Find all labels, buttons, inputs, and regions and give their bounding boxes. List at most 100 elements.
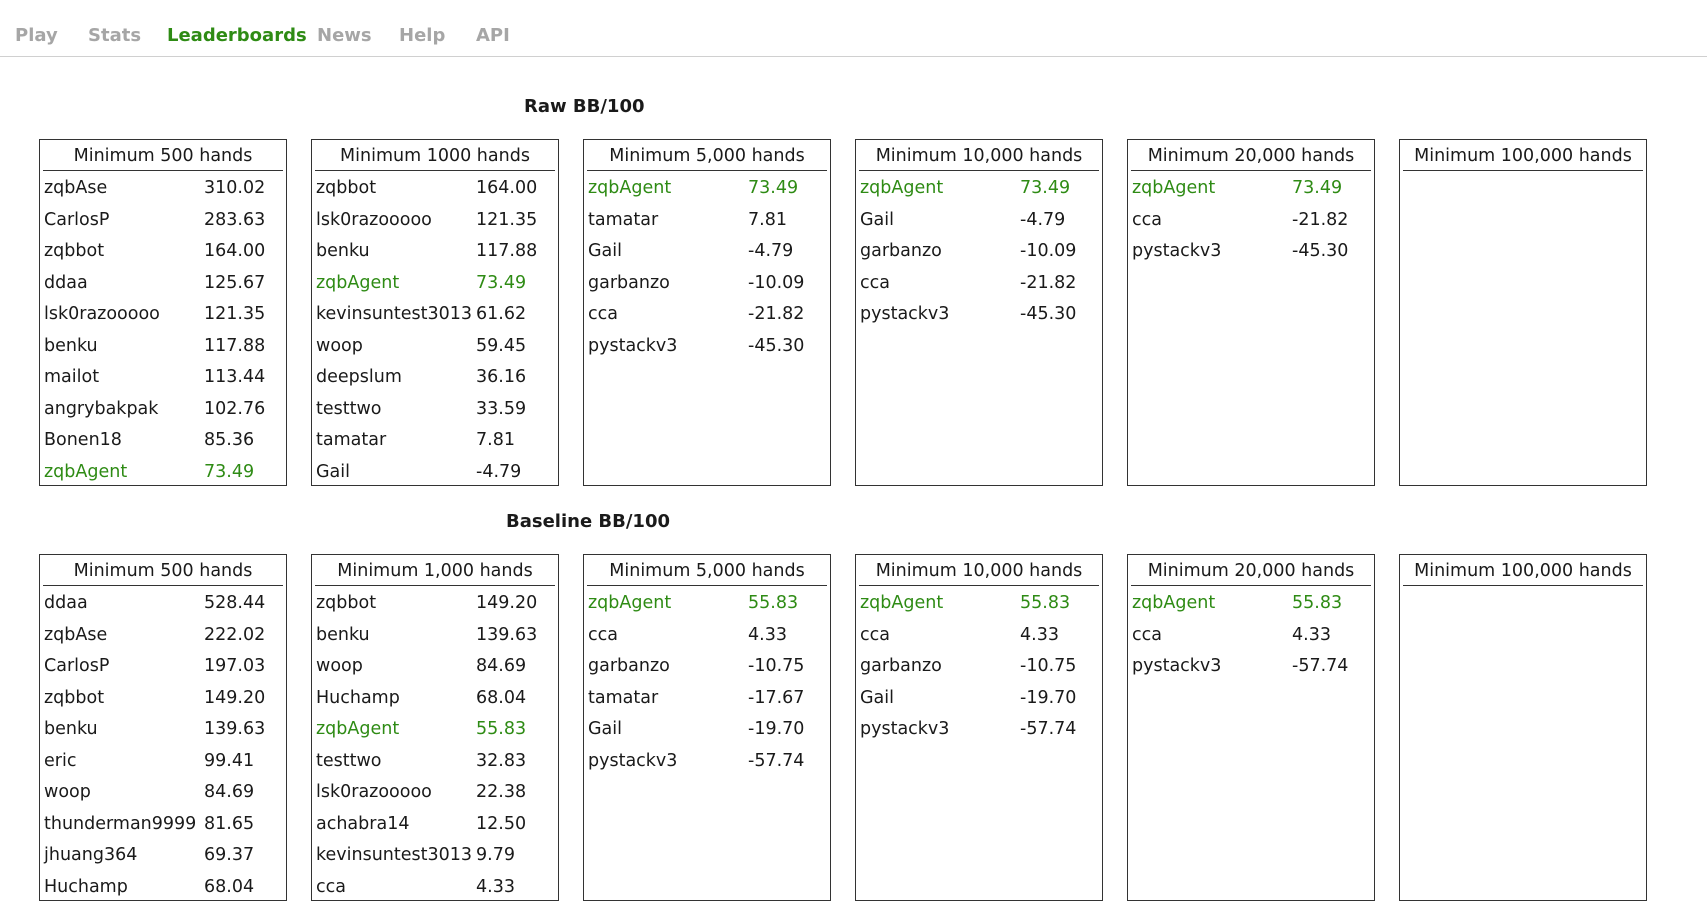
bb-value: 55.83 — [476, 719, 527, 739]
table-row: zqbAse 222.02 — [40, 620, 286, 652]
bb-value: 81.65 — [204, 813, 255, 834]
bb-value: 84.69 — [204, 782, 255, 802]
player-name: cca — [588, 624, 618, 645]
player-name: benku — [316, 241, 370, 261]
leaderboard-title: Minimum 20,000 hands — [1131, 555, 1371, 586]
player-name: pystackv3 — [588, 750, 678, 771]
leaderboard-rows — [1400, 171, 1646, 173]
player-name: garbanzo — [588, 656, 670, 676]
player-name: testtwo — [316, 398, 382, 419]
player-name: zqbAse — [44, 624, 108, 645]
bb-value: 139.63 — [476, 624, 538, 645]
player-name: zqbAse — [44, 178, 108, 198]
player-name: tamatar — [316, 430, 387, 450]
bb-value: -57.74 — [1292, 656, 1349, 676]
table-row: benku 117.88 — [312, 236, 558, 268]
bb-value: 117.88 — [476, 241, 538, 261]
bb-value: 99.41 — [204, 750, 255, 771]
nav-leaderboards[interactable]: Leaderboards — [167, 25, 307, 46]
bb-value: -45.30 — [1292, 241, 1349, 261]
leaderboard-title: Minimum 10,000 hands — [859, 140, 1099, 171]
bb-value: -4.79 — [1020, 209, 1066, 230]
table-row: angrybakpak 102.76 — [40, 394, 286, 426]
player-name: lsk0razooooo — [316, 782, 432, 802]
table-row: zqbAgent 73.49 — [856, 173, 1102, 205]
bb-value: 73.49 — [748, 178, 799, 198]
bb-value: 22.38 — [476, 782, 527, 802]
table-row: pystackv3 -57.74 — [856, 714, 1102, 746]
player-name: woop — [44, 782, 91, 802]
nav-news[interactable]: News — [317, 25, 372, 46]
player-name: lsk0razooooo — [44, 304, 160, 324]
player-name: benku — [316, 624, 370, 645]
nav-stats[interactable]: Stats — [88, 25, 141, 46]
player-name: Gail — [588, 241, 623, 261]
table-row: zqbAgent 73.49 — [1128, 173, 1374, 205]
table-row: zqbAgent 73.49 — [40, 457, 286, 489]
bb-value: -45.30 — [748, 335, 805, 356]
leaderboard-rows: zqbAgent 55.83 cca 4.33 garbanzo -10.75 tamata… — [584, 586, 830, 777]
table-row: cca -21.82 — [1128, 205, 1374, 237]
bb-value: -19.70 — [748, 719, 805, 739]
player-name: tamatar — [588, 687, 659, 708]
bb-value: 310.02 — [204, 178, 266, 198]
table-row: zqbbot 149.20 — [40, 683, 286, 715]
leaderboard-table: Minimum 1,000 hands zqbbot 149.20 benku 139.… — [311, 554, 559, 901]
table-row: benku 139.63 — [312, 620, 558, 652]
bb-value: 69.37 — [204, 845, 255, 865]
player-name: pystackv3 — [860, 719, 950, 739]
player-name: pystackv3 — [860, 304, 950, 324]
table-row: Gail -19.70 — [856, 683, 1102, 715]
table-row: mailot 113.44 — [40, 362, 286, 394]
table-row: garbanzo -10.09 — [584, 268, 830, 300]
leaderboard-title: Minimum 5,000 hands — [587, 555, 827, 586]
bb-value: 84.69 — [476, 656, 527, 676]
bb-value: 9.79 — [476, 845, 515, 865]
bb-value: 73.49 — [1292, 178, 1343, 198]
player-name: pystackv3 — [588, 335, 678, 356]
player-name: jhuang364 — [44, 845, 138, 865]
table-row: woop 84.69 — [312, 651, 558, 683]
table-row: benku 139.63 — [40, 714, 286, 746]
player-name: cca — [1132, 624, 1162, 645]
bb-value: -17.67 — [748, 687, 805, 708]
table-row: tamatar -17.67 — [584, 683, 830, 715]
player-name: angrybakpak — [44, 398, 159, 419]
player-name: benku — [44, 719, 98, 739]
table-row: cca 4.33 — [1128, 620, 1374, 652]
bb-value: -4.79 — [476, 461, 522, 482]
table-row: benku 117.88 — [40, 331, 286, 363]
player-name: mailot — [44, 367, 100, 387]
table-row: deepslum 36.16 — [312, 362, 558, 394]
player-name: kevinsuntest3013 — [316, 845, 473, 865]
player-name: cca — [588, 304, 618, 324]
table-row: ddaa 125.67 — [40, 268, 286, 300]
player-name: tamatar — [588, 209, 659, 230]
bb-value: 32.83 — [476, 750, 527, 771]
bb-value: 61.62 — [476, 304, 527, 324]
bb-value: 4.33 — [1292, 624, 1331, 645]
player-name: Gail — [860, 687, 895, 708]
leaderboard-title: Minimum 500 hands — [43, 555, 283, 586]
table-row: tamatar 7.81 — [584, 205, 830, 237]
bb-value: 73.49 — [204, 461, 255, 482]
player-name: Bonen18 — [44, 430, 122, 450]
bb-value: 68.04 — [476, 687, 527, 708]
table-row: zqbAgent 55.83 — [312, 714, 558, 746]
bb-value: 121.35 — [476, 209, 538, 230]
leaderboard-rows: zqbAgent 55.83 cca 4.33 garbanzo -10.75 Gail -1… — [856, 586, 1102, 746]
nav-help[interactable]: Help — [399, 25, 445, 46]
bb-value: 139.63 — [204, 719, 266, 739]
leaderboard-title: Minimum 100,000 hands — [1403, 555, 1643, 586]
nav-api[interactable]: API — [476, 25, 510, 46]
nav-play[interactable]: Play — [15, 25, 58, 46]
bb-value: 149.20 — [476, 593, 538, 613]
bb-value: 117.88 — [204, 335, 266, 356]
player-name: cca — [860, 624, 890, 645]
player-name: CarlosP — [44, 209, 110, 230]
leaderboard-title: Minimum 1,000 hands — [315, 555, 555, 586]
table-row: Gail -4.79 — [312, 457, 558, 489]
table-row: Gail -19.70 — [584, 714, 830, 746]
table-row: zqbAgent 55.83 — [1128, 588, 1374, 620]
bb-value: -10.09 — [748, 272, 805, 293]
